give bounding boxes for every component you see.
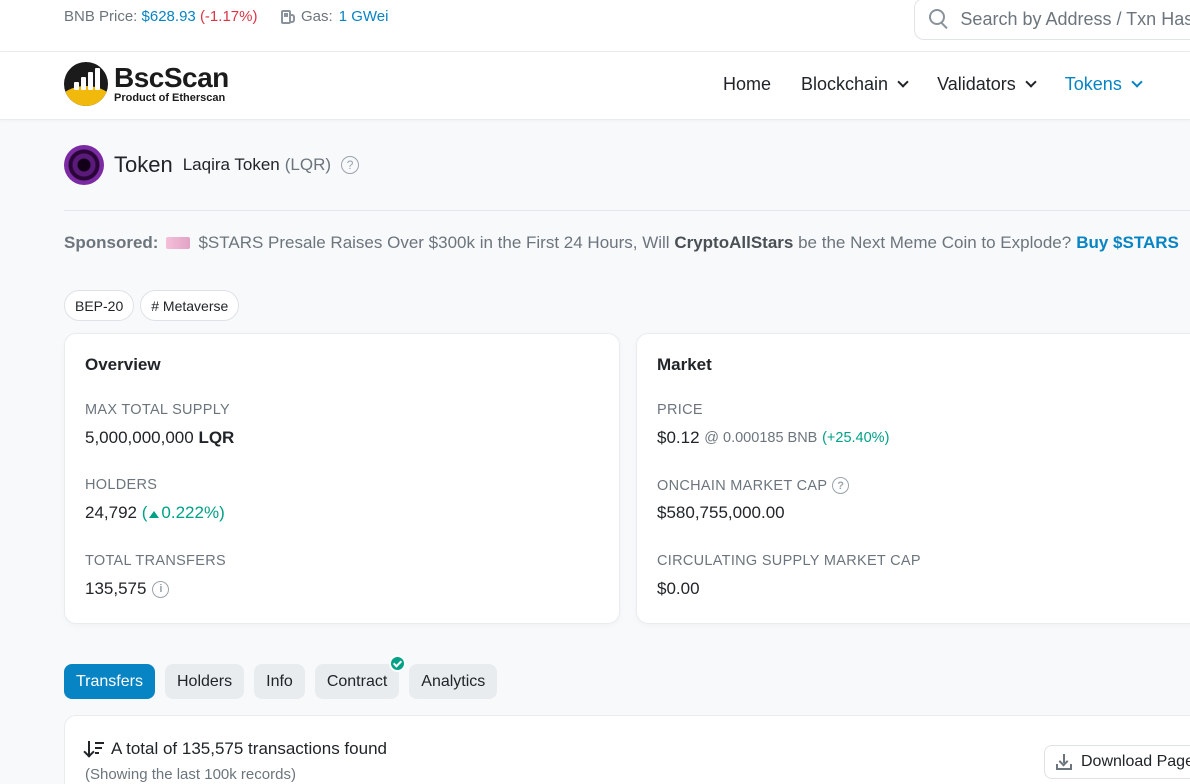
nav-validators[interactable]: Validators — [937, 74, 1037, 95]
holders-label: HOLDERS — [85, 477, 158, 493]
chevron-down-icon — [1131, 76, 1143, 88]
info-icon[interactable]: i — [152, 580, 170, 598]
market-title: Market — [657, 355, 712, 374]
sponsored-banner: Sponsored: $STARS Presale Raises Over $3… — [64, 233, 1179, 253]
token-symbol: (LQR) — [284, 155, 332, 174]
holders-change-open: ( — [141, 503, 148, 522]
holders-count: 24,792 — [85, 503, 137, 522]
transactions-total-text: A total of 135,575 transactions found — [111, 739, 387, 758]
nav-blockchain[interactable]: Blockchain — [801, 74, 909, 95]
bscscan-logo[interactable]: BscScan Product of Etherscan — [64, 62, 229, 106]
max-supply-value: 5,000,000,000 LQR — [85, 428, 234, 448]
market-cap-value: $580,755,000.00 — [657, 503, 785, 522]
market-card: Market PRICE $0.12 @ 0.000185 BNB (+25.4… — [636, 333, 1190, 624]
gas-price: Gas: 1 GWei — [281, 8, 388, 25]
tab-transfers[interactable]: Transfers — [64, 664, 155, 699]
token-tabs: Transfers Holders Info Contract Analytic… — [64, 655, 498, 699]
main-header: BscScan Product of Etherscan Home Blockc… — [0, 52, 1190, 120]
token-tags: BEP-20 # Metaverse — [64, 290, 240, 321]
bnb-price-value[interactable]: $628.93 — [142, 8, 196, 25]
logo-name: BscScan — [114, 61, 229, 93]
sponsored-bold: CryptoAllStars — [674, 233, 794, 252]
chevron-down-icon — [1025, 76, 1037, 88]
tab-info[interactable]: Info — [254, 664, 305, 699]
bscscan-logo-icon — [64, 62, 108, 106]
top-stats-bar: BNB Price: $628.93 (-1.17%) Gas: 1 GWei — [0, 0, 1190, 52]
price-value: $0.12 @ 0.000185 BNB (+25.40%) — [657, 428, 889, 448]
holders-change-value: 0.222%) — [161, 503, 225, 522]
token-header: Token Laqira Token (LQR) ? — [64, 145, 360, 185]
gas-value[interactable]: 1 GWei — [339, 8, 389, 25]
tab-analytics[interactable]: Analytics — [409, 664, 498, 699]
tag-metaverse[interactable]: # Metaverse — [140, 290, 240, 321]
page-title: Token — [114, 152, 173, 177]
sort-icon — [85, 741, 105, 757]
nav-validators-label: Validators — [937, 74, 1016, 94]
search-box[interactable] — [914, 0, 1190, 40]
circulating-mcap-value: $0.00 — [657, 579, 700, 598]
main-nav: Home Blockchain Validators Tokens — [723, 74, 1171, 95]
transfers-panel: A total of 135,575 transactions found (S… — [64, 715, 1190, 784]
total-transfers-value: 135,575 i — [85, 579, 170, 599]
total-transfers-count: 135,575 — [85, 579, 147, 598]
max-supply-amount: 5,000,000,000 — [85, 428, 194, 447]
bnb-price-label: BNB Price: — [64, 8, 138, 25]
price-usd: $0.12 — [657, 428, 700, 447]
circulating-mcap-label: CIRCULATING SUPPLY MARKET CAP — [657, 553, 921, 569]
sponsored-cta-link[interactable]: Buy $STARS — [1076, 233, 1179, 253]
token-logo — [64, 145, 104, 185]
nav-home[interactable]: Home — [723, 74, 771, 95]
download-icon — [1055, 754, 1073, 770]
tag-bep20[interactable]: BEP-20 — [64, 290, 135, 321]
tab-holders[interactable]: Holders — [164, 664, 245, 699]
nav-home-label: Home — [723, 74, 772, 94]
max-supply-symbol: LQR — [198, 428, 235, 447]
overview-title: Overview — [85, 355, 161, 374]
gas-label: Gas: — [301, 8, 333, 25]
market-cap-label: ONCHAIN MARKET CAP ? — [657, 477, 850, 494]
max-supply-label: MAX TOTAL SUPPLY — [85, 402, 231, 418]
download-button-label: Download Page Data — [1081, 753, 1190, 770]
bnb-price: BNB Price: $628.93 (-1.17%) — [64, 8, 257, 25]
total-transfers-label: TOTAL TRANSFERS — [85, 553, 226, 569]
holders-value: 24,792 (0.222%) — [85, 503, 225, 523]
search-input[interactable] — [960, 8, 1190, 30]
help-icon[interactable]: ? — [341, 156, 360, 174]
sponsored-text-after: be the Next Meme Coin to Explode? — [798, 233, 1072, 252]
arrow-up-icon — [149, 511, 160, 518]
price-change: (+25.40%) — [822, 430, 890, 446]
search-icon — [929, 9, 948, 30]
nav-tokens[interactable]: Tokens — [1064, 74, 1143, 95]
overview-card: Overview MAX TOTAL SUPPLY 5,000,000,000 … — [64, 333, 620, 624]
tab-contract[interactable]: Contract — [314, 655, 407, 699]
sponsored-text: $STARS Presale Raises Over $300k in the … — [198, 233, 670, 252]
gas-pump-icon — [281, 9, 295, 25]
holders-change: (0.222%) — [142, 503, 225, 523]
verified-check-icon — [389, 655, 407, 672]
download-page-data-button[interactable]: Download Page Data — [1044, 745, 1190, 779]
token-name: Laqira Token — [182, 155, 280, 174]
bnb-price-change: (-1.17%) — [199, 8, 258, 25]
market-cap-label-text: ONCHAIN MARKET CAP — [657, 477, 828, 494]
tab-contract-label: Contract — [326, 672, 388, 690]
sponsor-logo-icon — [166, 237, 191, 249]
logo-subtitle: Product of Etherscan — [114, 91, 226, 104]
chevron-down-icon — [897, 76, 909, 88]
transactions-total: A total of 135,575 transactions found — [85, 739, 387, 759]
sponsored-label: Sponsored: — [64, 233, 159, 252]
price-label: PRICE — [657, 402, 703, 418]
divider — [64, 210, 1190, 211]
help-icon[interactable]: ? — [832, 477, 850, 494]
records-note: (Showing the last 100k records) — [85, 766, 296, 783]
price-bnb: @ 0.000185 BNB — [704, 430, 818, 446]
nav-tokens-label: Tokens — [1064, 74, 1122, 94]
nav-blockchain-label: Blockchain — [801, 74, 889, 94]
